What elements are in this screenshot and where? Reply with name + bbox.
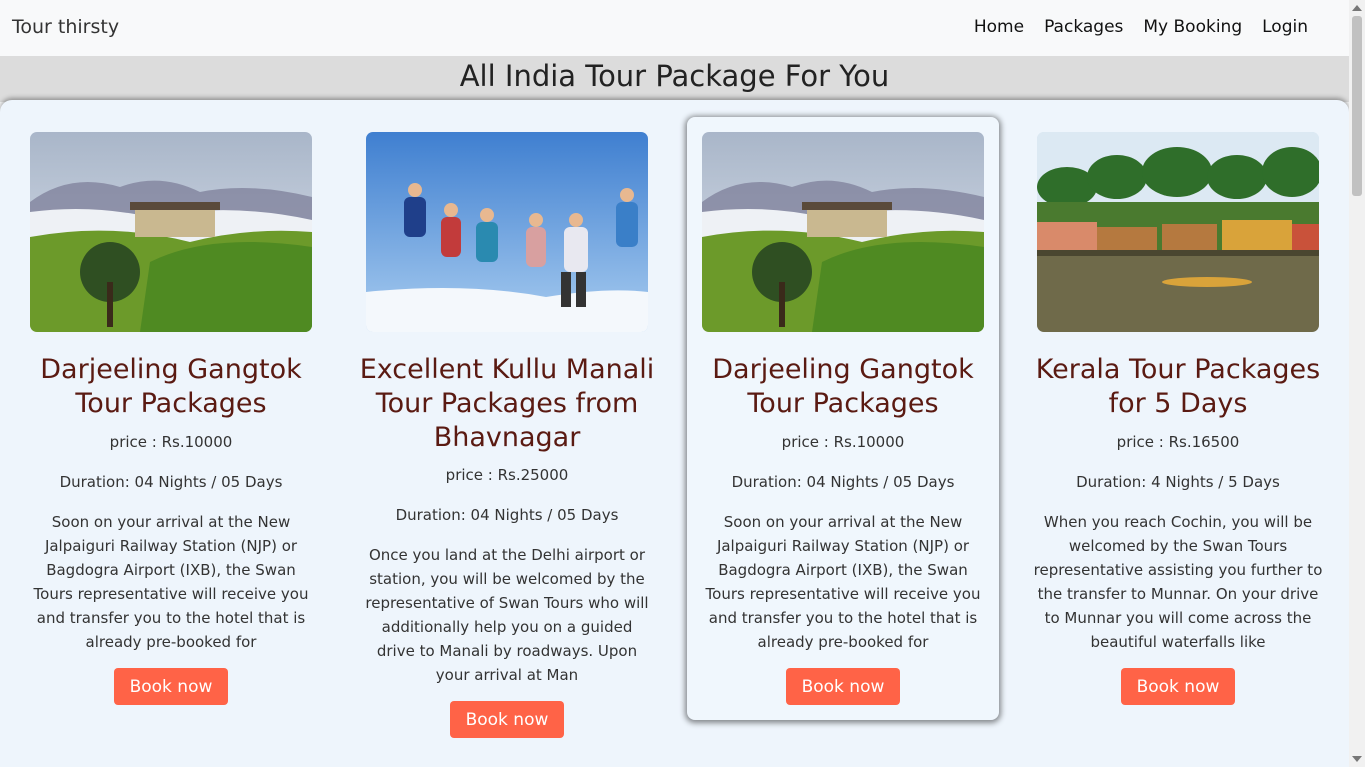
book-now-button[interactable]: Book now xyxy=(450,701,564,738)
book-now-button[interactable]: Book now xyxy=(114,668,228,705)
package-duration: Duration: 4 Nights / 5 Days xyxy=(1076,473,1280,491)
heading-band: All India Tour Package For You xyxy=(0,56,1349,102)
package-title: Excellent Kullu Manali Tour Packages fro… xyxy=(359,354,655,453)
scroll-down-arrow-icon[interactable] xyxy=(1352,756,1362,762)
package-description: Soon on your arrival at the New Jalpaigu… xyxy=(705,513,981,651)
package-card: Kerala Tour Packages for 5 Days price : … xyxy=(1022,117,1334,720)
package-price: price : Rs.10000 xyxy=(109,433,233,451)
package-title: Darjeeling Gangtok Tour Packages xyxy=(40,354,302,419)
package-image xyxy=(30,132,312,332)
package-image xyxy=(702,132,984,332)
nav-links: Home Packages My Booking Login xyxy=(954,17,1308,37)
package-card-active: Darjeeling Gangtok Tour Packages price :… xyxy=(687,117,999,720)
package-image xyxy=(1037,132,1319,332)
nav-my-booking[interactable]: My Booking xyxy=(1143,17,1242,37)
scroll-up-arrow-icon[interactable] xyxy=(1352,5,1362,11)
navbar: Tour thirsty Home Packages My Booking Lo… xyxy=(0,0,1349,56)
page-scrollbar[interactable] xyxy=(1349,0,1365,767)
package-card: Darjeeling Gangtok Tour Packages price :… xyxy=(15,117,327,720)
package-duration: Duration: 04 Nights / 05 Days xyxy=(731,473,955,491)
package-price: price : Rs.16500 xyxy=(1116,433,1240,451)
package-description: Soon on your arrival at the New Jalpaigu… xyxy=(33,513,309,651)
package-title: Kerala Tour Packages for 5 Days xyxy=(1035,354,1321,419)
package-price: price : Rs.10000 xyxy=(781,433,905,451)
book-now-button[interactable]: Book now xyxy=(1121,668,1235,705)
scrollbar-thumb[interactable] xyxy=(1352,16,1362,196)
book-now-button[interactable]: Book now xyxy=(786,668,900,705)
package-title: Darjeeling Gangtok Tour Packages xyxy=(712,354,974,419)
package-duration: Duration: 04 Nights / 05 Days xyxy=(395,506,619,524)
package-card: Excellent Kullu Manali Tour Packages fro… xyxy=(351,117,663,738)
nav-login[interactable]: Login xyxy=(1262,17,1308,37)
nav-home[interactable]: Home xyxy=(974,17,1024,37)
brand-logo[interactable]: Tour thirsty xyxy=(12,16,119,38)
package-duration: Duration: 04 Nights / 05 Days xyxy=(59,473,283,491)
package-image xyxy=(366,132,648,332)
package-price: price : Rs.25000 xyxy=(445,466,569,484)
nav-packages[interactable]: Packages xyxy=(1044,17,1123,37)
package-description: When you reach Cochin, you will be welco… xyxy=(1033,513,1323,651)
package-description: Once you land at the Delhi airport or st… xyxy=(365,546,649,684)
page-title: All India Tour Package For You xyxy=(459,59,890,93)
